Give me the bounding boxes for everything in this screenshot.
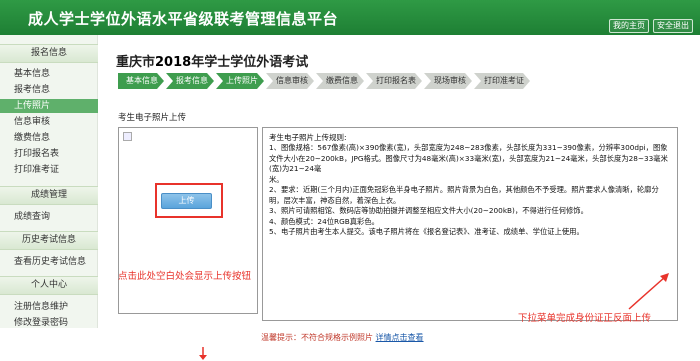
sidebar-section-history[interactable]: 历史考试信息	[0, 231, 98, 250]
step-exam-info[interactable]: 报考信息	[166, 73, 214, 89]
sidebar-item-info-review[interactable]: 信息审核	[0, 115, 98, 129]
rules-line: 1、图像规格：567像素(高)×390像素(宽)，头部宽度为248~283像素，…	[269, 143, 668, 152]
logout-button[interactable]: 安全退出	[653, 19, 693, 33]
sidebar-item-payment-info[interactable]: 缴费信息	[0, 131, 98, 145]
sidebar-item-profile[interactable]: 注册信息维护	[0, 300, 98, 314]
step-print-admission[interactable]: 打印准考证	[474, 73, 530, 89]
photo-upload-area[interactable]: 上传	[118, 127, 258, 360]
title-suffix: 年学士学位外语考试	[191, 55, 309, 70]
upload-button[interactable]: 上传	[161, 193, 212, 209]
sidebar-item-score-query[interactable]: 成绩查询	[0, 210, 98, 224]
warning-tip: 温馨提示：不符合规格示例照片 详情点击查看	[261, 332, 424, 343]
sidebar-item-exam-info[interactable]: 报考信息	[0, 83, 98, 97]
warning-detail-link[interactable]: 详情点击查看	[376, 333, 424, 342]
app-title: 成人学士学位外语水平省级联考管理信息平台	[28, 10, 339, 28]
sidebar-item-print-admission[interactable]: 打印准考证	[0, 163, 98, 177]
rules-line: 3、照片可请照相馆、数码店等协助拍摄并调整至相应文件大小(20~200kB)，不…	[269, 206, 588, 215]
upload-rules-box: 考生电子照片上传规则: 1、图像规格：567像素(高)×390像素(宽)，头部宽…	[262, 127, 678, 321]
title-prefix: 重庆市	[116, 55, 156, 70]
sidebar: 报名信息 基本信息 报考信息 上传照片 信息审核 缴费信息 打印报名表 打印准考…	[0, 35, 98, 328]
top-bar: 成人学士学位外语水平省级联考管理信息平台 我的主页 安全退出	[0, 0, 700, 35]
rules-line: 文件大小在20~200kB，JPG格式。图像尺寸为48毫米(高)×33毫米(宽)…	[269, 153, 668, 174]
sidebar-item-upload-photo[interactable]: 上传照片	[0, 99, 98, 113]
step-info-review[interactable]: 信息审核	[266, 73, 314, 89]
sidebar-section-personal[interactable]: 个人中心	[0, 276, 98, 295]
rules-line: 2、要求：近期(三个月内)正面免冠彩色半身电子照片。照片背景为白色，其他颜色不予…	[269, 185, 659, 194]
step-payment-info[interactable]: 缴费信息	[316, 73, 364, 89]
annotation-left: 点击此处空白处会显示上传按钮	[118, 271, 252, 282]
step-upload-photo[interactable]: 上传照片	[216, 73, 264, 89]
diagonal-arrow-icon	[628, 273, 669, 310]
rules-title: 考生电子照片上传规则:	[269, 133, 347, 142]
annotation-right: 下拉菜单完成身份证正反面上传	[518, 313, 652, 324]
warning-text: 温馨提示：不符合规格示例照片	[261, 333, 373, 342]
sidebar-item-history-view[interactable]: 查看历史考试信息	[0, 255, 98, 269]
rules-line: 米。	[269, 174, 284, 184]
step-print-form[interactable]: 打印报名表	[366, 73, 422, 89]
photo-placeholder-icon	[123, 132, 132, 141]
down-arrow-icon	[199, 347, 207, 360]
main-content: 重庆市2018年学士学位外语考试 基本信息 报考信息 上传照片 信息审核 缴费信…	[100, 35, 700, 360]
title-year: 2018	[155, 55, 192, 70]
step-basic-info[interactable]: 基本信息	[118, 73, 164, 89]
sidebar-section-scores[interactable]: 成绩管理	[0, 186, 98, 205]
rules-line: 4、颜色模式：24位RGB真彩色。	[269, 216, 379, 226]
rules-line: 5、电子照片由考生本人提交。该电子照片将在《报名登记表》、准考证、成绩单、学位证…	[269, 227, 584, 236]
my-homepage-button[interactable]: 我的主页	[609, 19, 649, 33]
photo-section-label: 考生电子照片上传	[118, 113, 187, 123]
sidebar-item-print-form[interactable]: 打印报名表	[0, 147, 98, 161]
page-title: 重庆市2018年学士学位外语考试	[116, 51, 308, 70]
sidebar-section-registration[interactable]: 报名信息	[0, 44, 98, 63]
rules-line: 明，层次丰富，神态自然，着深色上衣。	[269, 195, 401, 205]
step-onsite-review[interactable]: 现场审核	[424, 73, 472, 89]
progress-steps: 基本信息 报考信息 上传照片 信息审核 缴费信息 打印报名表 现场审核 打印准考…	[118, 73, 532, 89]
sidebar-item-basic-info[interactable]: 基本信息	[0, 67, 98, 81]
